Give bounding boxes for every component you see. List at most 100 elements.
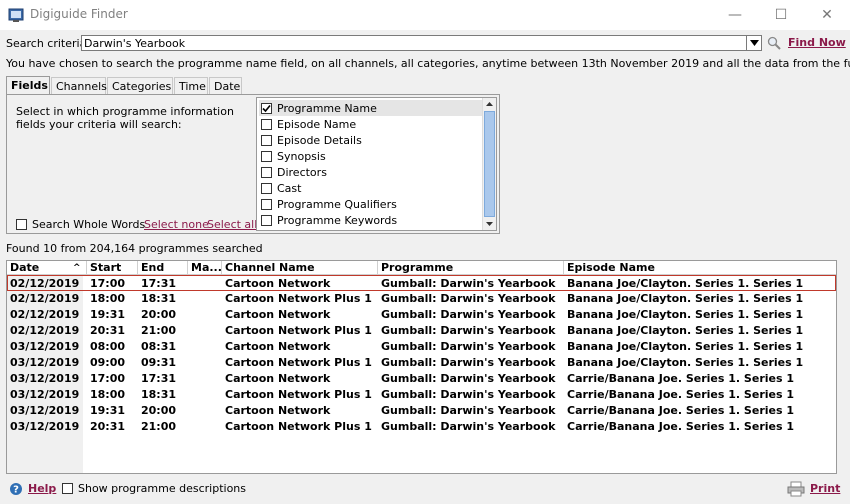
select-all-link[interactable]: Select all	[207, 218, 257, 231]
field-item-label: Programme Keywords	[277, 213, 398, 227]
magnifier-icon[interactable]	[767, 36, 781, 50]
tab-channels[interactable]: Channels	[51, 77, 107, 95]
field-item-episode-name[interactable]: Episode Name	[259, 116, 483, 132]
results-table[interactable]: Date ^ Start End Ma... Channel Name Progr…	[6, 260, 837, 474]
field-item-label: Episode Name	[277, 117, 357, 131]
cell-marked	[188, 372, 222, 386]
cell-date: 03/12/2019	[10, 404, 80, 417]
results-count: Found 10 from 204,164 programmes searche…	[6, 242, 263, 255]
cell-channel-name: Cartoon Network Plus 1	[225, 388, 372, 401]
checkbox-box[interactable]	[261, 214, 272, 226]
field-item-programme-qualifiers[interactable]: Programme Qualifiers	[259, 196, 483, 212]
cell-channel-name: Cartoon Network	[225, 340, 331, 353]
cell-date: 02/12/2019	[10, 292, 80, 305]
cell-start: 18:00	[90, 388, 126, 401]
table-row[interactable]: 03/12/2019 17:00 17:31 Cartoon Network Gumba…	[7, 371, 836, 387]
cell-date: 03/12/2019	[10, 420, 80, 433]
combo-dropdown-arrow[interactable]	[746, 36, 761, 50]
checkbox-box[interactable]	[261, 198, 272, 210]
cell-end: 18:31	[141, 388, 177, 401]
cell-start: 18:00	[90, 292, 126, 305]
help-link[interactable]: Help	[28, 482, 56, 495]
checkbox-box[interactable]	[261, 150, 272, 162]
footer-bar: ? Help Show programme descriptions Print	[0, 480, 850, 500]
field-item-programme-name[interactable]: Programme Name	[259, 100, 483, 116]
search-description: You have chosen to search the programme …	[6, 57, 850, 70]
cell-episode-name: Banana Joe/Clayton. Series 1. Series 1	[567, 340, 804, 353]
cell-episode-name: Banana Joe/Clayton. Series 1. Series 1	[567, 356, 804, 369]
table-row[interactable]: 03/12/2019 18:00 18:31 Cartoon Network Plus…	[7, 387, 836, 403]
cell-programme: Gumball: Darwin's Yearbook	[381, 292, 556, 305]
column-header-marked[interactable]: Ma...	[188, 261, 222, 275]
field-item-directors[interactable]: Directors	[259, 164, 483, 180]
checkbox-box[interactable]	[16, 219, 27, 230]
show-descriptions-checkbox[interactable]: Show programme descriptions	[62, 482, 246, 495]
help-icon[interactable]: ?	[9, 482, 23, 496]
tab-date[interactable]: Date	[209, 77, 242, 95]
tab-categories[interactable]: Categories	[107, 77, 173, 95]
table-row[interactable]: 02/12/2019 19:31 20:00 Cartoon Network Gumba…	[7, 307, 836, 323]
field-item-synopsis[interactable]: Synopsis	[259, 148, 483, 164]
checkbox-box[interactable]	[261, 118, 272, 130]
column-header-episode-name[interactable]: Episode Name	[564, 261, 836, 275]
table-row[interactable]: 03/12/2019 19:31 20:00 Cartoon Network Gumba…	[7, 403, 836, 419]
fields-scrollbar[interactable]	[482, 98, 496, 230]
checkbox-box[interactable]	[261, 102, 272, 114]
field-item-episode-details[interactable]: Episode Details	[259, 132, 483, 148]
cell-marked	[188, 388, 222, 402]
column-header-start[interactable]: Start	[87, 261, 138, 275]
field-item-cast[interactable]: Cast	[259, 180, 483, 196]
cell-episode-name: Banana Joe/Clayton. Series 1. Series 1	[567, 324, 804, 337]
scroll-up-button[interactable]	[483, 98, 496, 110]
search-criteria-input[interactable]	[84, 36, 744, 50]
chevron-down-icon	[749, 40, 759, 46]
cell-programme: Gumball: Darwin's Yearbook	[381, 277, 556, 290]
tab-time[interactable]: Time	[174, 77, 208, 95]
cell-end: 20:00	[141, 404, 177, 417]
title-bar: Digiguide Finder — ☐ ✕	[0, 0, 850, 30]
table-row[interactable]: 03/12/2019 09:00 09:31 Cartoon Network Plus…	[7, 355, 836, 371]
cell-programme: Gumball: Darwin's Yearbook	[381, 404, 556, 417]
column-header-end[interactable]: End	[138, 261, 188, 275]
fields-checklist[interactable]: Programme Name Episode Name Episode Deta…	[256, 97, 497, 231]
sort-ascending-icon: ^	[73, 263, 81, 273]
cell-end: 18:31	[141, 292, 177, 305]
minimize-button[interactable]: —	[712, 0, 758, 30]
cell-end: 21:00	[141, 324, 177, 337]
checkbox-box[interactable]	[261, 182, 272, 194]
table-row[interactable]: 02/12/2019 18:00 18:31 Cartoon Network Plus…	[7, 291, 836, 307]
cell-end: 08:31	[141, 340, 177, 353]
column-header-channel-name[interactable]: Channel Name	[222, 261, 378, 275]
search-whole-words-checkbox[interactable]: Search Whole Words	[16, 218, 145, 231]
printer-icon[interactable]	[787, 481, 805, 497]
cell-programme: Gumball: Darwin's Yearbook	[381, 340, 556, 353]
select-none-link[interactable]: Select none	[144, 218, 209, 231]
cell-channel-name: Cartoon Network Plus 1	[225, 420, 372, 433]
checkbox-box[interactable]	[62, 483, 73, 494]
field-item-programme-keywords[interactable]: Programme Keywords	[259, 212, 483, 228]
cell-episode-name: Carrie/Banana Joe. Series 1. Series 1	[567, 404, 795, 417]
cell-channel-name: Cartoon Network	[225, 372, 331, 385]
column-header-date[interactable]: Date ^	[7, 261, 87, 275]
cell-marked	[188, 420, 222, 434]
checkbox-box[interactable]	[261, 134, 272, 146]
print-link[interactable]: Print	[810, 482, 840, 495]
find-now-link[interactable]: Find Now	[788, 36, 846, 49]
search-criteria-combobox[interactable]	[81, 35, 762, 51]
scroll-thumb[interactable]	[484, 111, 495, 217]
tab-fields[interactable]: Fields	[6, 76, 50, 95]
table-row[interactable]: 02/12/2019 17:00 17:31 Cartoon Network Gumba…	[7, 275, 836, 291]
table-row[interactable]: 03/12/2019 20:31 21:00 Cartoon Network Plus…	[7, 419, 836, 435]
cell-programme: Gumball: Darwin's Yearbook	[381, 372, 556, 385]
table-row[interactable]: 03/12/2019 08:00 08:31 Cartoon Network Gumba…	[7, 339, 836, 355]
close-button[interactable]: ✕	[804, 0, 850, 30]
cell-date: 03/12/2019	[10, 356, 80, 369]
table-row[interactable]: 02/12/2019 20:31 21:00 Cartoon Network Plus…	[7, 323, 836, 339]
scroll-down-button[interactable]	[483, 218, 496, 230]
column-header-programme[interactable]: Programme	[378, 261, 564, 275]
search-whole-words-label: Search Whole Words	[32, 218, 146, 231]
maximize-button[interactable]: ☐	[758, 0, 804, 30]
cell-marked	[188, 277, 222, 291]
cell-start: 19:31	[90, 404, 126, 417]
checkbox-box[interactable]	[261, 166, 272, 178]
